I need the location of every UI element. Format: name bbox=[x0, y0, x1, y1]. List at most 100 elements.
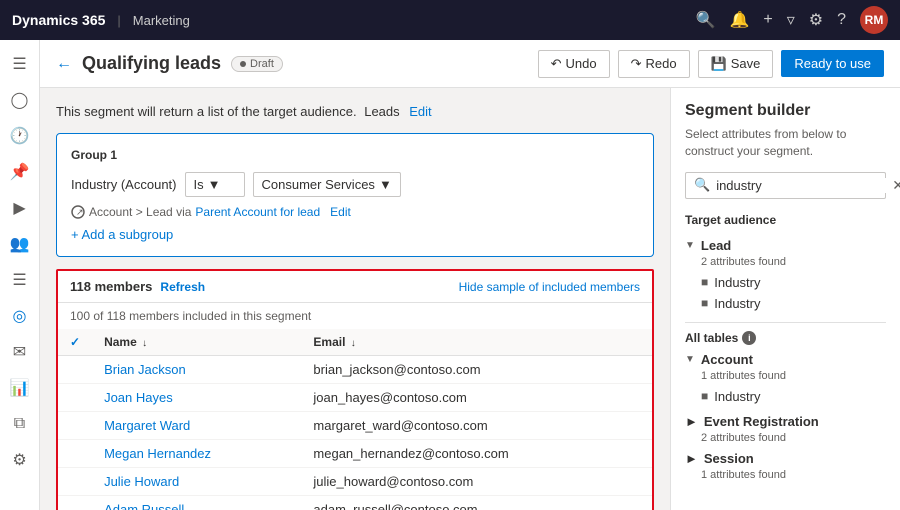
member-name[interactable]: Brian Jackson bbox=[92, 356, 301, 384]
session-section: ► Session 1 attributes found bbox=[685, 448, 886, 481]
operator-chevron: ▼ bbox=[208, 177, 221, 192]
condition-row: Industry (Account) Is ▼ Consumer Service… bbox=[71, 172, 639, 197]
notifications-icon[interactable]: 🔔 bbox=[729, 10, 749, 30]
sidebar-menu-icon[interactable]: ☰ bbox=[4, 48, 36, 80]
member-name[interactable]: Adam Russell bbox=[92, 496, 301, 510]
value-chevron: ▼ bbox=[379, 177, 392, 192]
all-tables-info-icon[interactable]: i bbox=[742, 331, 756, 345]
row-check bbox=[58, 412, 92, 440]
app-layout: ☰ ◯ 🕐 📌 ▶ 👥 ☰ ◎ ✉ 📊 ⧉ ⚙ ← Qualifying lea… bbox=[0, 40, 900, 510]
members-header: 118 members Refresh Hide sample of inclu… bbox=[58, 271, 652, 303]
row-check bbox=[58, 356, 92, 384]
edit-audience-link[interactable]: Edit bbox=[409, 104, 431, 119]
table-icon-2: ■ bbox=[701, 296, 708, 310]
add-subgroup-button[interactable]: + Add a subgroup bbox=[71, 227, 639, 242]
top-navigation: Dynamics 365 | Marketing 🔍 🔔 + ▿ ⚙ ? RM bbox=[0, 0, 900, 40]
lead-industry-item-1[interactable]: ■ Industry bbox=[685, 272, 886, 293]
account-section: ▼ Account 1 attributes found ■ Industry bbox=[685, 349, 886, 407]
refresh-button[interactable]: Refresh bbox=[160, 280, 205, 294]
sidebar-home-icon[interactable]: ◯ bbox=[4, 84, 36, 116]
draft-badge: Draft bbox=[231, 56, 283, 72]
help-icon[interactable]: ? bbox=[837, 11, 846, 29]
table-row: Adam Russell adam_russell@contoso.com bbox=[58, 496, 652, 510]
member-email: adam_russell@contoso.com bbox=[301, 496, 652, 510]
condition-operator[interactable]: Is ▼ bbox=[185, 172, 245, 197]
account-chevron: ▼ bbox=[685, 354, 695, 365]
search-icon: 🔍 bbox=[694, 177, 710, 193]
condition-field: Industry (Account) bbox=[71, 177, 177, 192]
builder-title: Segment builder bbox=[685, 102, 886, 120]
table-row: Margaret Ward margaret_ward@contoso.com bbox=[58, 412, 652, 440]
settings-icon[interactable]: ⚙ bbox=[809, 10, 823, 30]
search-clear-icon[interactable]: ✕ bbox=[892, 177, 900, 194]
attribute-search-box[interactable]: 🔍 ✕ bbox=[685, 172, 886, 199]
account-path: ↗ Account > Lead via Parent Account for … bbox=[71, 205, 639, 219]
filter-icon[interactable]: ▿ bbox=[787, 10, 795, 30]
sidebar-pin-icon[interactable]: 📌 bbox=[4, 156, 36, 188]
member-name[interactable]: Julie Howard bbox=[92, 468, 301, 496]
email-sort-icon[interactable]: ↓ bbox=[351, 338, 356, 349]
sidebar-stack-icon[interactable]: ⧉ bbox=[4, 408, 36, 440]
draft-dot bbox=[240, 61, 246, 67]
edit-path-link[interactable]: Edit bbox=[330, 205, 351, 219]
member-email: brian_jackson@contoso.com bbox=[301, 356, 652, 384]
back-button[interactable]: ← bbox=[56, 55, 72, 73]
redo-button[interactable]: ↷ Redo bbox=[618, 50, 690, 78]
main-content: ← Qualifying leads Draft ↶ Undo ↷ Redo 💾 bbox=[40, 40, 900, 510]
member-name[interactable]: Joan Hayes bbox=[92, 384, 301, 412]
all-tables-header: All tables i bbox=[685, 322, 886, 345]
search-icon[interactable]: 🔍 bbox=[696, 10, 716, 30]
sidebar-settings2-icon[interactable]: ⚙ bbox=[4, 444, 36, 476]
member-email: megan_hernandez@contoso.com bbox=[301, 440, 652, 468]
parent-account-link[interactable]: Parent Account for lead bbox=[195, 205, 320, 219]
account-industry-item[interactable]: ■ Industry bbox=[685, 386, 886, 407]
sidebar-email-icon[interactable]: ✉ bbox=[4, 336, 36, 368]
check-all-icon[interactable]: ✓ bbox=[70, 335, 80, 349]
draft-label: Draft bbox=[250, 58, 274, 70]
lead-chevron: ▼ bbox=[685, 240, 695, 251]
redo-icon: ↷ bbox=[631, 56, 642, 72]
members-subtext: 100 of 118 members included in this segm… bbox=[58, 303, 652, 329]
sidebar-target-icon[interactable]: ◎ bbox=[4, 300, 36, 332]
session-section-header[interactable]: ► Session bbox=[685, 448, 886, 469]
table-row: Megan Hernandez megan_hernandez@contoso.… bbox=[58, 440, 652, 468]
row-check bbox=[58, 496, 92, 510]
brand-name: Dynamics 365 bbox=[12, 12, 105, 28]
session-chevron: ► bbox=[685, 451, 698, 466]
sidebar-contacts-icon[interactable]: 👥 bbox=[4, 228, 36, 260]
segment-builder-panel: Segment builder Select attributes from b… bbox=[670, 88, 900, 510]
lead-section-header[interactable]: ▼ Lead bbox=[685, 235, 886, 256]
sidebar-chart-icon[interactable]: 📊 bbox=[4, 372, 36, 404]
builder-desc: Select attributes from below to construc… bbox=[685, 126, 886, 160]
member-name[interactable]: Megan Hernandez bbox=[92, 440, 301, 468]
sidebar-recent-icon[interactable]: 🕐 bbox=[4, 120, 36, 152]
group-label: Group 1 bbox=[71, 148, 639, 162]
add-icon[interactable]: + bbox=[763, 11, 772, 29]
lead-count: 2 attributes found bbox=[685, 256, 886, 268]
group-box: Group 1 Industry (Account) Is ▼ Consumer… bbox=[56, 133, 654, 257]
name-sort-icon[interactable]: ↓ bbox=[142, 338, 147, 349]
sidebar-play-icon[interactable]: ▶ bbox=[4, 192, 36, 224]
save-button[interactable]: 💾 Save bbox=[698, 50, 774, 78]
user-avatar[interactable]: RM bbox=[860, 6, 888, 34]
hide-members-button[interactable]: Hide sample of included members bbox=[459, 280, 640, 294]
undo-button[interactable]: ↶ Undo bbox=[538, 50, 610, 78]
event-section-header[interactable]: ► Event Registration bbox=[685, 411, 886, 432]
member-name[interactable]: Margaret Ward bbox=[92, 412, 301, 440]
attribute-search-input[interactable] bbox=[716, 178, 892, 193]
session-count: 1 attributes found bbox=[685, 469, 886, 481]
undo-icon: ↶ bbox=[551, 56, 562, 72]
sidebar-lists-icon[interactable]: ☰ bbox=[4, 264, 36, 296]
segment-description: This segment will return a list of the t… bbox=[56, 104, 654, 119]
page-title: Qualifying leads bbox=[82, 53, 221, 74]
ready-button[interactable]: Ready to use bbox=[781, 50, 884, 77]
condition-value[interactable]: Consumer Services ▼ bbox=[253, 172, 401, 197]
member-email: julie_howard@contoso.com bbox=[301, 468, 652, 496]
lead-industry-item-2[interactable]: ■ Industry bbox=[685, 293, 886, 314]
account-section-header[interactable]: ▼ Account bbox=[685, 349, 886, 370]
row-check bbox=[58, 468, 92, 496]
col-name-header: Name ↓ bbox=[92, 329, 301, 356]
event-chevron: ► bbox=[685, 414, 698, 429]
col-check: ✓ bbox=[58, 329, 92, 356]
col-email-header: Email ↓ bbox=[301, 329, 652, 356]
